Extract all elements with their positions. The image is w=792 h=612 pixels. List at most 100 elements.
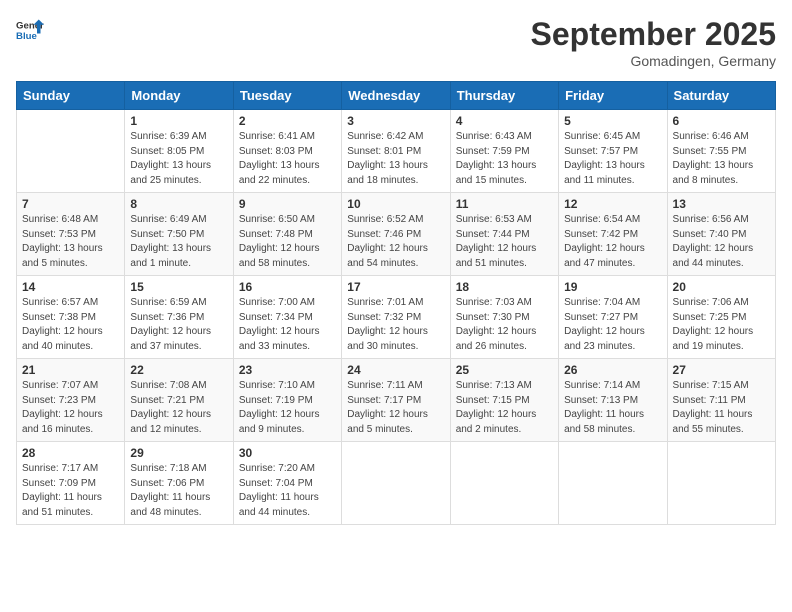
day-number: 24 bbox=[347, 363, 444, 377]
calendar-week-2: 14 Sunrise: 6:57 AMSunset: 7:38 PMDayligh… bbox=[17, 276, 776, 359]
calendar-week-0: 1Sunrise: 6:39 AMSunset: 8:05 PMDaylight… bbox=[17, 110, 776, 193]
day-number: 7 bbox=[22, 197, 119, 211]
calendar-cell: 4 Sunrise: 6:43 AMSunset: 7:59 PMDaylight… bbox=[450, 110, 558, 193]
day-info: Sunrise: 7:06 AMSunset: 7:25 PMDaylight:… bbox=[673, 296, 770, 354]
calendar-cell: 3 Sunrise: 6:42 AMSunset: 8:01 PMDaylight… bbox=[342, 110, 450, 193]
logo-icon: General Blue bbox=[16, 16, 44, 44]
day-info: Sunrise: 6:42 AMSunset: 8:01 PMDaylight:… bbox=[347, 130, 444, 188]
calendar-cell: 25Sunrise: 7:13 AMSunset: 7:15 PMDayligh… bbox=[450, 359, 558, 442]
calendar-cell: 29 Sunrise: 7:18 AMSunset: 7:06 PMDayligh… bbox=[125, 442, 233, 525]
calendar-cell: 21 Sunrise: 7:07 AMSunset: 7:23 PMDayligh… bbox=[17, 359, 125, 442]
day-info: Sunrise: 7:03 AMSunset: 7:30 PMDaylight:… bbox=[456, 296, 553, 354]
day-number: 13 bbox=[673, 197, 770, 211]
svg-text:Blue: Blue bbox=[16, 31, 37, 42]
day-number: 22 bbox=[130, 363, 227, 377]
month-title: September 2025 bbox=[531, 16, 776, 53]
day-info: Sunrise: 6:48 AMSunset: 7:53 PMDaylight:… bbox=[22, 213, 119, 271]
day-number: 9 bbox=[239, 197, 336, 211]
calendar-cell: 18 Sunrise: 7:03 AMSunset: 7:30 PMDayligh… bbox=[450, 276, 558, 359]
calendar-cell: 23 Sunrise: 7:10 AMSunset: 7:19 PMDayligh… bbox=[233, 359, 341, 442]
calendar-cell: 28 Sunrise: 7:17 AMSunset: 7:09 PMDayligh… bbox=[17, 442, 125, 525]
day-info: Sunrise: 6:43 AMSunset: 7:59 PMDaylight:… bbox=[456, 130, 553, 188]
day-number: 6 bbox=[673, 114, 770, 128]
day-number: 17 bbox=[347, 280, 444, 294]
calendar-cell: 26Sunrise: 7:14 AMSunset: 7:13 PMDayligh… bbox=[559, 359, 667, 442]
day-info: Sunrise: 7:18 AMSunset: 7:06 PMDaylight:… bbox=[130, 462, 227, 520]
calendar-cell: 8Sunrise: 6:49 AMSunset: 7:50 PMDaylight… bbox=[125, 193, 233, 276]
day-info: Sunrise: 6:49 AMSunset: 7:50 PMDaylight:… bbox=[130, 213, 227, 271]
calendar-cell: 14 Sunrise: 6:57 AMSunset: 7:38 PMDayligh… bbox=[17, 276, 125, 359]
day-number: 20 bbox=[673, 280, 770, 294]
day-number: 11 bbox=[456, 197, 553, 211]
calendar-cell bbox=[342, 442, 450, 525]
day-info: Sunrise: 7:00 AMSunset: 7:34 PMDaylight:… bbox=[239, 296, 336, 354]
day-info: Sunrise: 7:01 AMSunset: 7:32 PMDaylight:… bbox=[347, 296, 444, 354]
calendar-cell: 6 Sunrise: 6:46 AMSunset: 7:55 PMDaylight… bbox=[667, 110, 775, 193]
day-info: Sunrise: 7:15 AMSunset: 7:11 PMDaylight:… bbox=[673, 379, 770, 437]
day-number: 28 bbox=[22, 446, 119, 460]
page-header: General Blue September 2025 Gomadingen, … bbox=[16, 16, 776, 69]
calendar-cell bbox=[667, 442, 775, 525]
calendar-cell: 7 Sunrise: 6:48 AMSunset: 7:53 PMDaylight… bbox=[17, 193, 125, 276]
day-number: 30 bbox=[239, 446, 336, 460]
day-number: 25 bbox=[456, 363, 553, 377]
day-number: 1 bbox=[130, 114, 227, 128]
calendar-cell: 16 Sunrise: 7:00 AMSunset: 7:34 PMDayligh… bbox=[233, 276, 341, 359]
day-info: Sunrise: 6:41 AMSunset: 8:03 PMDaylight:… bbox=[239, 130, 336, 188]
calendar-week-4: 28 Sunrise: 7:17 AMSunset: 7:09 PMDayligh… bbox=[17, 442, 776, 525]
calendar-cell: 13Sunrise: 6:56 AMSunset: 7:40 PMDayligh… bbox=[667, 193, 775, 276]
day-number: 12 bbox=[564, 197, 661, 211]
day-info: Sunrise: 6:45 AMSunset: 7:57 PMDaylight:… bbox=[564, 130, 661, 188]
calendar-week-3: 21 Sunrise: 7:07 AMSunset: 7:23 PMDayligh… bbox=[17, 359, 776, 442]
day-number: 18 bbox=[456, 280, 553, 294]
day-number: 27 bbox=[673, 363, 770, 377]
day-number: 26 bbox=[564, 363, 661, 377]
day-info: Sunrise: 6:59 AMSunset: 7:36 PMDaylight:… bbox=[130, 296, 227, 354]
day-number: 3 bbox=[347, 114, 444, 128]
day-info: Sunrise: 7:20 AMSunset: 7:04 PMDaylight:… bbox=[239, 462, 336, 520]
day-number: 29 bbox=[130, 446, 227, 460]
calendar-cell: 27 Sunrise: 7:15 AMSunset: 7:11 PMDayligh… bbox=[667, 359, 775, 442]
calendar-cell: 24Sunrise: 7:11 AMSunset: 7:17 PMDayligh… bbox=[342, 359, 450, 442]
day-number: 21 bbox=[22, 363, 119, 377]
day-number: 15 bbox=[130, 280, 227, 294]
col-header-wednesday: Wednesday bbox=[342, 82, 450, 110]
title-area: September 2025 Gomadingen, Germany bbox=[531, 16, 776, 69]
day-info: Sunrise: 6:46 AMSunset: 7:55 PMDaylight:… bbox=[673, 130, 770, 188]
calendar-cell bbox=[559, 442, 667, 525]
col-header-monday: Monday bbox=[125, 82, 233, 110]
day-info: Sunrise: 7:04 AMSunset: 7:27 PMDaylight:… bbox=[564, 296, 661, 354]
day-number: 16 bbox=[239, 280, 336, 294]
calendar-cell: 30 Sunrise: 7:20 AMSunset: 7:04 PMDayligh… bbox=[233, 442, 341, 525]
day-info: Sunrise: 7:08 AMSunset: 7:21 PMDaylight:… bbox=[130, 379, 227, 437]
calendar-cell: 22 Sunrise: 7:08 AMSunset: 7:21 PMDayligh… bbox=[125, 359, 233, 442]
day-info: Sunrise: 7:10 AMSunset: 7:19 PMDaylight:… bbox=[239, 379, 336, 437]
day-number: 5 bbox=[564, 114, 661, 128]
day-number: 2 bbox=[239, 114, 336, 128]
day-info: Sunrise: 6:57 AMSunset: 7:38 PMDaylight:… bbox=[22, 296, 119, 354]
calendar-cell: 15 Sunrise: 6:59 AMSunset: 7:36 PMDayligh… bbox=[125, 276, 233, 359]
day-number: 14 bbox=[22, 280, 119, 294]
calendar-cell: 1Sunrise: 6:39 AMSunset: 8:05 PMDaylight… bbox=[125, 110, 233, 193]
day-number: 23 bbox=[239, 363, 336, 377]
col-header-tuesday: Tuesday bbox=[233, 82, 341, 110]
day-info: Sunrise: 7:07 AMSunset: 7:23 PMDaylight:… bbox=[22, 379, 119, 437]
calendar-cell: 12Sunrise: 6:54 AMSunset: 7:42 PMDayligh… bbox=[559, 193, 667, 276]
calendar-cell: 5 Sunrise: 6:45 AMSunset: 7:57 PMDaylight… bbox=[559, 110, 667, 193]
col-header-thursday: Thursday bbox=[450, 82, 558, 110]
day-info: Sunrise: 7:17 AMSunset: 7:09 PMDaylight:… bbox=[22, 462, 119, 520]
day-info: Sunrise: 6:52 AMSunset: 7:46 PMDaylight:… bbox=[347, 213, 444, 271]
day-number: 4 bbox=[456, 114, 553, 128]
location-title: Gomadingen, Germany bbox=[531, 53, 776, 69]
calendar-cell: 11Sunrise: 6:53 AMSunset: 7:44 PMDayligh… bbox=[450, 193, 558, 276]
calendar-table: SundayMondayTuesdayWednesdayThursdayFrid… bbox=[16, 81, 776, 525]
col-header-friday: Friday bbox=[559, 82, 667, 110]
calendar-cell bbox=[17, 110, 125, 193]
logo: General Blue bbox=[16, 16, 44, 44]
calendar-week-1: 7 Sunrise: 6:48 AMSunset: 7:53 PMDaylight… bbox=[17, 193, 776, 276]
col-header-saturday: Saturday bbox=[667, 82, 775, 110]
calendar-cell: 9Sunrise: 6:50 AMSunset: 7:48 PMDaylight… bbox=[233, 193, 341, 276]
col-header-sunday: Sunday bbox=[17, 82, 125, 110]
calendar-header-row: SundayMondayTuesdayWednesdayThursdayFrid… bbox=[17, 82, 776, 110]
calendar-cell: 2 Sunrise: 6:41 AMSunset: 8:03 PMDaylight… bbox=[233, 110, 341, 193]
